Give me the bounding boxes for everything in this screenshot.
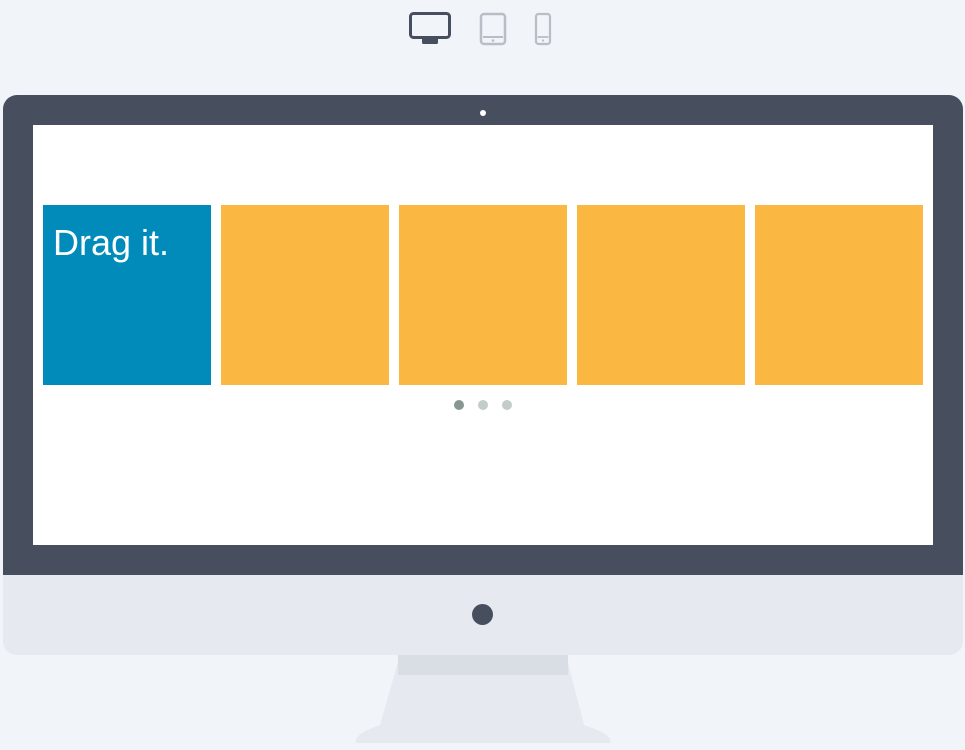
desktop-view-button[interactable]: [409, 12, 451, 46]
monitor-chin: [3, 575, 963, 655]
pagination-dot[interactable]: [454, 400, 464, 410]
carousel-slide[interactable]: [399, 205, 567, 385]
pagination-dot[interactable]: [502, 400, 512, 410]
carousel-pagination: [33, 400, 933, 410]
desktop-monitor-frame: Drag it.: [3, 95, 963, 655]
mobile-view-button[interactable]: [533, 12, 553, 46]
slide-title: Drag it.: [53, 222, 170, 263]
carousel-slide[interactable]: [221, 205, 389, 385]
tablet-icon: [479, 12, 507, 46]
mobile-icon: [534, 12, 552, 46]
monitor-screen: Drag it.: [33, 125, 933, 545]
preview-stage: Drag it.: [0, 0, 965, 750]
desktop-icon: [409, 12, 451, 44]
carousel-slide[interactable]: [577, 205, 745, 385]
camera-dot: [480, 110, 486, 116]
carousel-slide[interactable]: Drag it.: [43, 205, 211, 385]
monitor-stand: [352, 655, 614, 750]
carousel[interactable]: Drag it.: [43, 205, 923, 385]
tablet-view-button[interactable]: [479, 12, 507, 46]
pagination-dot[interactable]: [478, 400, 488, 410]
carousel-slide[interactable]: [755, 205, 923, 385]
device-switcher: [0, 0, 965, 60]
monitor-home-button: [472, 604, 493, 625]
monitor-bezel: Drag it.: [3, 95, 963, 575]
